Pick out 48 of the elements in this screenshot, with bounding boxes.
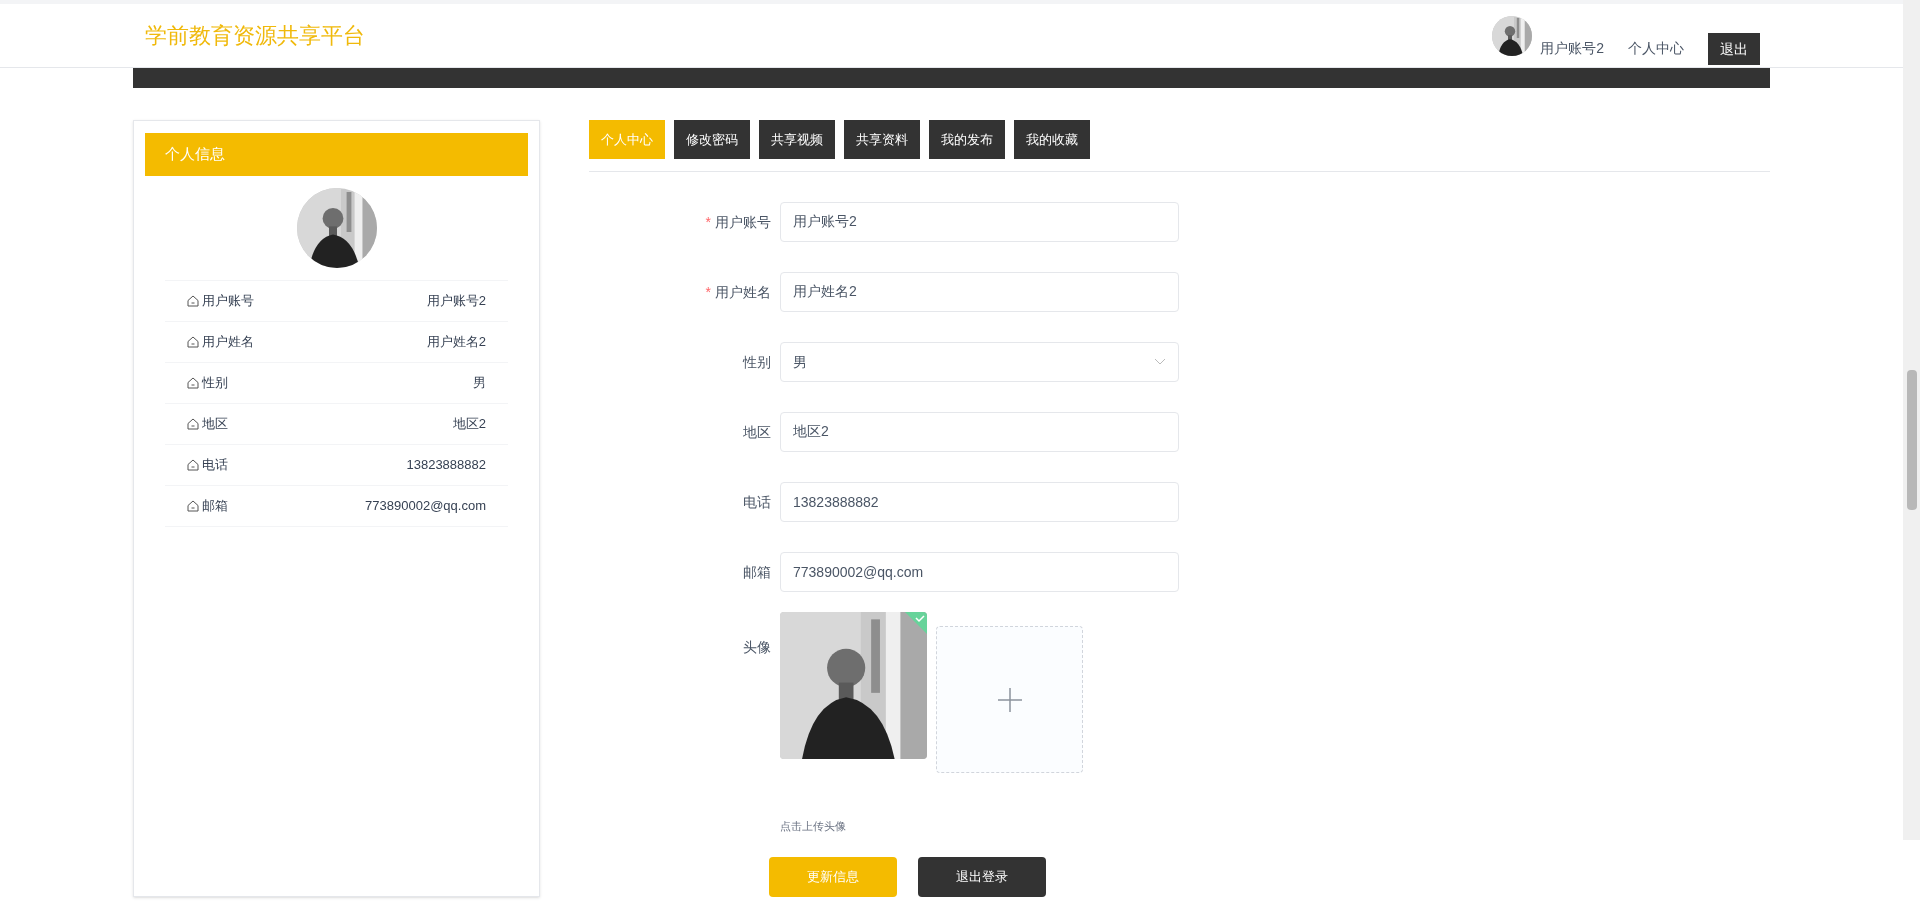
- tab[interactable]: 修改密码: [674, 120, 750, 159]
- info-value: 男: [473, 374, 486, 393]
- field-label: 地区: [743, 422, 771, 442]
- home-icon: [187, 377, 199, 389]
- select-field[interactable]: 男: [780, 342, 1179, 382]
- input-field[interactable]: 773890002@qq.com: [780, 552, 1179, 592]
- field-label: 电话: [743, 492, 771, 512]
- field-label: 性别: [743, 352, 771, 372]
- field-label: 用户姓名: [715, 282, 771, 302]
- tab[interactable]: 我的发布: [929, 120, 1005, 159]
- upload-hint: 点击上传头像: [780, 819, 847, 834]
- home-icon: [187, 336, 199, 348]
- logout-button[interactable]: 退出: [1708, 33, 1760, 65]
- info-value: 用户账号2: [426, 292, 486, 311]
- field-label: 头像: [742, 638, 772, 657]
- upload-box[interactable]: [936, 626, 1083, 773]
- required-mark: *: [705, 282, 711, 302]
- input-field[interactable]: 地区2: [780, 412, 1179, 452]
- tab[interactable]: 共享视频: [759, 120, 835, 159]
- input-field[interactable]: 13823888882: [780, 482, 1179, 522]
- info-label: 地区: [202, 415, 228, 434]
- home-icon: [187, 295, 199, 307]
- chevron-down-icon: [1154, 358, 1166, 366]
- info-label: 性别: [202, 374, 228, 393]
- info-label: 用户姓名: [202, 333, 254, 352]
- user-name: 用户账号2: [1540, 39, 1604, 58]
- info-value: 773890002@qq.com: [365, 497, 486, 516]
- info-value: 用户姓名2: [426, 333, 486, 352]
- info-label: 用户账号: [202, 292, 254, 311]
- input-field[interactable]: 用户姓名2: [780, 272, 1179, 312]
- info-label: 电话: [202, 456, 228, 475]
- personal-center-link[interactable]: 个人中心: [1628, 38, 1684, 59]
- home-icon: [187, 418, 199, 430]
- field-label: 用户账号: [715, 212, 771, 232]
- field-label: 邮箱: [743, 562, 771, 582]
- home-icon: [187, 459, 199, 471]
- home-icon: [187, 500, 199, 512]
- logout-button[interactable]: 退出登录: [918, 856, 1046, 897]
- required-mark: *: [705, 212, 711, 232]
- tab[interactable]: 我的收藏: [1014, 120, 1090, 159]
- plus-icon: [996, 686, 1023, 713]
- info-label: 邮箱: [202, 497, 228, 516]
- card-title: 个人信息: [145, 133, 528, 176]
- info-value: 地区2: [452, 415, 486, 434]
- input-field[interactable]: 用户账号2: [780, 202, 1179, 242]
- tab[interactable]: 共享资料: [844, 120, 920, 159]
- scrollbar[interactable]: [1903, 0, 1920, 840]
- info-value: 13823888882: [406, 456, 486, 475]
